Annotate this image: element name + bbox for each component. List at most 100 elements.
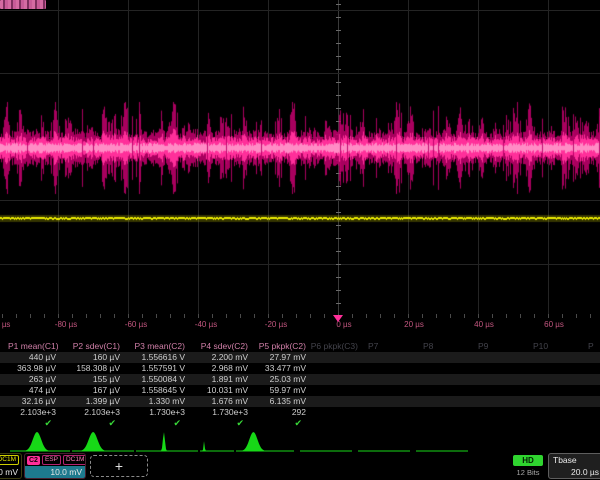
measure-cell <box>470 407 525 418</box>
histicon[interactable] <box>136 429 198 452</box>
measure-cell <box>360 363 415 374</box>
measure-cell <box>360 407 415 418</box>
measure-status <box>470 418 525 429</box>
measure-cell <box>415 385 470 396</box>
graticule-area[interactable]: -100 µs-80 µs-60 µs-40 µs-20 µs0 µs20 µs… <box>0 0 600 335</box>
measure-column: P9 <box>470 341 525 429</box>
measure-cell: 1.330 mV <box>122 396 187 407</box>
histicon[interactable] <box>72 429 134 452</box>
time-axis-label: -20 µs <box>254 320 298 329</box>
measure-cell <box>470 363 525 374</box>
measure-column: P10 <box>525 341 580 429</box>
histicon[interactable] <box>358 429 410 452</box>
measure-column: P3 mean(C2)1.556616 V1.557591 V1.550084 … <box>122 341 187 429</box>
measure-cell: 158.308 µV <box>58 363 122 374</box>
measure-header[interactable]: P1 mean(C1) <box>8 341 58 352</box>
measure-header[interactable]: P2 sdev(C1) <box>58 341 122 352</box>
measure-cell <box>580 352 600 363</box>
measure-cell: 2.103e+3 <box>8 407 58 418</box>
measure-cell <box>415 374 470 385</box>
measure-cell <box>415 352 470 363</box>
measure-cell: 32.16 µV <box>8 396 58 407</box>
histicon[interactable] <box>416 429 468 452</box>
time-axis-label: -100 µs <box>0 320 19 329</box>
c2-label: C2 <box>27 456 40 465</box>
histicon[interactable] <box>236 429 294 452</box>
top-left-trace-badge[interactable] <box>0 0 46 9</box>
histicon[interactable] <box>200 429 234 452</box>
measure-cell <box>525 352 580 363</box>
plus-icon: + <box>115 458 123 474</box>
measure-cell: 1.550084 V <box>122 374 187 385</box>
measure-status <box>580 418 600 429</box>
measure-cell: 2.103e+3 <box>58 407 122 418</box>
c1-coupling-badge: DC1M <box>0 455 19 465</box>
measure-header[interactable]: P3 mean(C2) <box>122 341 187 352</box>
measure-cell <box>360 396 415 407</box>
measure-cell <box>525 396 580 407</box>
measure-header[interactable]: P5 pkpk(C2) <box>250 341 308 352</box>
measure-cell <box>580 407 600 418</box>
measure-header[interactable]: P4 sdev(C2) <box>187 341 250 352</box>
measure-cell: 1.730e+3 <box>187 407 250 418</box>
measure-cell: 1.558645 V <box>122 385 187 396</box>
waveform-canvas[interactable] <box>0 0 600 335</box>
measure-cell <box>580 374 600 385</box>
measure-cell: 263 µV <box>8 374 58 385</box>
histicon[interactable] <box>10 429 70 452</box>
add-trace-button[interactable]: + <box>90 455 148 477</box>
measure-cell: 155 µV <box>58 374 122 385</box>
channel-c1-descriptor[interactable]: DC1M 50.0 mV <box>0 453 22 479</box>
measure-cell: 33.477 mV <box>250 363 308 374</box>
measure-column: P1 mean(C1)440 µV363.98 µV263 µV474 µV32… <box>8 341 58 429</box>
measure-cell: 6.135 mV <box>250 396 308 407</box>
measure-cell: 2.968 mV <box>187 363 250 374</box>
measure-column: P6 pkpk(C3) <box>308 341 360 429</box>
time-axis-label: 60 µs <box>532 320 576 329</box>
measure-cell <box>525 385 580 396</box>
hd-mode-badge[interactable]: HD <box>513 455 543 466</box>
measure-column: P8 <box>415 341 470 429</box>
measure-header[interactable]: P <box>580 341 600 352</box>
measure-status <box>415 418 470 429</box>
measure-cell: 474 µV <box>8 385 58 396</box>
channel-c2-descriptor[interactable]: C2 ESP DC1M 10.0 mV <box>24 453 86 479</box>
measure-cell <box>580 363 600 374</box>
measure-cell: 59.97 mV <box>250 385 308 396</box>
measure-cell: 1.730e+3 <box>122 407 187 418</box>
measure-status <box>360 418 415 429</box>
measure-status: ✔ <box>122 418 187 429</box>
measure-cell <box>308 385 360 396</box>
measure-cell <box>415 396 470 407</box>
measure-cell <box>360 374 415 385</box>
measure-cell <box>525 363 580 374</box>
measure-cell <box>470 374 525 385</box>
measure-cell <box>308 363 360 374</box>
time-axis-label: -80 µs <box>44 320 88 329</box>
measure-header[interactable]: P8 <box>415 341 470 352</box>
time-axis-label: 40 µs <box>462 320 506 329</box>
histicon[interactable] <box>300 429 352 452</box>
measure-header[interactable]: P9 <box>470 341 525 352</box>
timebase-descriptor[interactable]: Tbase 20.0 µs <box>548 453 600 479</box>
measure-status: ✔ <box>8 418 58 429</box>
measure-cell: 1.556616 V <box>122 352 187 363</box>
measure-cell: 25.03 mV <box>250 374 308 385</box>
tbase-scale-value: 20.0 µs <box>549 466 600 478</box>
measure-column: P7 <box>360 341 415 429</box>
measure-cell <box>470 352 525 363</box>
measure-column: P5 pkpk(C2)27.97 mV33.477 mV25.03 mV59.9… <box>250 341 308 429</box>
measure-cell: 440 µV <box>8 352 58 363</box>
measure-header[interactable]: P10 <box>525 341 580 352</box>
measure-cell <box>525 407 580 418</box>
measure-status: ✔ <box>250 418 308 429</box>
c1-scale-value: 50.0 mV <box>0 466 21 478</box>
descriptor-bar: DC1M 50.0 mV C2 ESP DC1M 10.0 mV + HD 12… <box>0 452 600 480</box>
trigger-position-icon[interactable] <box>333 315 343 322</box>
measure-cell <box>470 385 525 396</box>
measure-header[interactable]: P7 <box>360 341 415 352</box>
measure-cell <box>415 363 470 374</box>
measure-cell <box>308 407 360 418</box>
measure-cell <box>308 374 360 385</box>
measure-header[interactable]: P6 pkpk(C3) <box>308 341 360 352</box>
